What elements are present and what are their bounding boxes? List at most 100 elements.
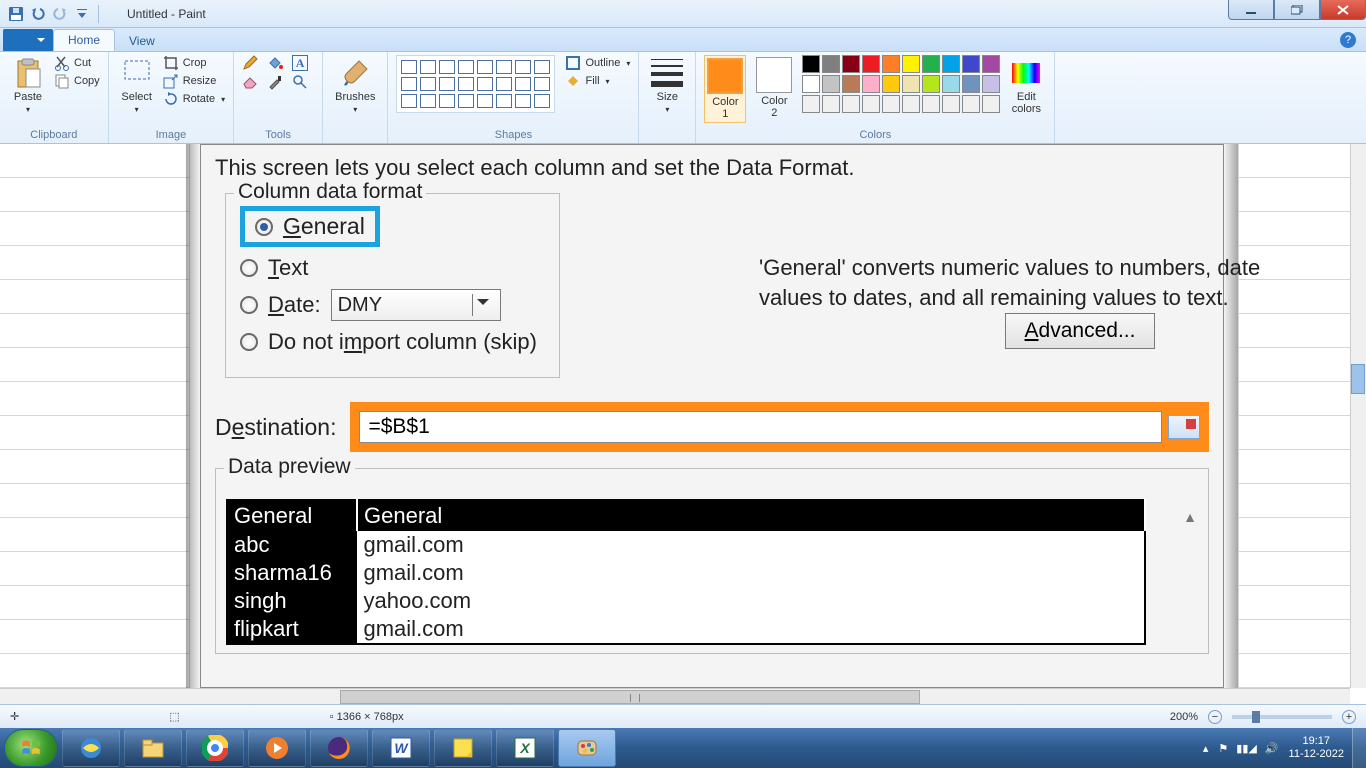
- restore-button[interactable]: [1274, 0, 1320, 20]
- tab-home[interactable]: Home: [53, 29, 115, 51]
- preview-cell: gmail.com: [357, 531, 1145, 559]
- shape-outline-button[interactable]: Outline▾: [565, 55, 630, 71]
- copy-button[interactable]: Copy: [54, 73, 100, 89]
- zoom-in-button[interactable]: +: [1342, 710, 1356, 724]
- zoom-slider[interactable]: [1232, 715, 1332, 719]
- zoom-out-button[interactable]: −: [1208, 710, 1222, 724]
- svg-text:X: X: [519, 740, 531, 756]
- group-label-size-spacer: [647, 129, 687, 141]
- chevron-down-icon[interactable]: [472, 294, 494, 316]
- date-format-select[interactable]: DMY: [331, 289, 501, 321]
- group-label-colors: Colors: [704, 129, 1046, 141]
- outline-label: Outline: [585, 57, 620, 69]
- tray-expand-icon[interactable]: ▴: [1203, 742, 1209, 755]
- brushes-button[interactable]: Brushes ▾: [331, 55, 379, 116]
- radio-skip[interactable]: [240, 333, 258, 351]
- qat-dropdown-icon[interactable]: [74, 6, 90, 22]
- group-label-brushes-spacer: [331, 129, 379, 141]
- column-format-group: Column data format General Text Date: DM…: [225, 193, 560, 378]
- radio-general[interactable]: [255, 218, 273, 236]
- ribbon: Paste ▾ Cut Copy Clipboard Select ▾ Crop…: [0, 52, 1366, 144]
- select-label: Select: [121, 91, 152, 103]
- text-icon[interactable]: A: [292, 55, 308, 71]
- close-button[interactable]: [1320, 0, 1366, 20]
- task-excel[interactable]: X: [496, 729, 554, 767]
- select-button[interactable]: Select ▾: [117, 55, 157, 116]
- task-explorer[interactable]: [124, 729, 182, 767]
- save-icon[interactable]: [8, 6, 24, 22]
- preview-header-1: General: [357, 500, 1145, 531]
- preview-header-0: General: [227, 500, 357, 531]
- minimize-button[interactable]: [1228, 0, 1274, 20]
- undo-icon[interactable]: [30, 6, 46, 22]
- color2-button[interactable]: Color 2: [752, 55, 796, 121]
- color2-swatch: [756, 57, 792, 93]
- brushes-label: Brushes: [335, 91, 375, 103]
- status-bar: ✛ ⬚ ▫ 1366 × 768px 200% − +: [0, 704, 1366, 728]
- task-sticky-notes[interactable]: [434, 729, 492, 767]
- canvas-area[interactable]: This screen lets you select each column …: [0, 144, 1366, 704]
- radio-text[interactable]: [240, 259, 258, 277]
- network-icon[interactable]: ▮▮◢: [1236, 742, 1257, 755]
- window-title: Untitled - Paint: [127, 7, 206, 21]
- resize-label: Resize: [183, 75, 217, 87]
- task-media-player[interactable]: [248, 729, 306, 767]
- shape-fill-button[interactable]: Fill▾: [565, 73, 630, 89]
- radio-general-label: General: [283, 213, 365, 240]
- data-preview-table[interactable]: GeneralGeneral abcgmail.com sharma16gmai…: [226, 499, 1146, 645]
- clock[interactable]: 19:17 11-12-2022: [1289, 735, 1344, 761]
- color-palette[interactable]: [802, 55, 1000, 113]
- preview-cell: gmail.com: [357, 559, 1145, 587]
- action-center-icon[interactable]: ⚑: [1218, 742, 1228, 755]
- crop-button[interactable]: Crop: [163, 55, 225, 71]
- taskbar: W X ▴ ⚑ ▮▮◢ 🔊 19:17 11-12-2022: [0, 728, 1366, 768]
- destination-input[interactable]: [359, 411, 1162, 443]
- group-label-tools: Tools: [242, 129, 314, 141]
- destination-highlight: [350, 402, 1209, 452]
- radio-text-label: Text: [268, 255, 308, 281]
- horizontal-scrollbar[interactable]: [0, 688, 1350, 704]
- cut-button[interactable]: Cut: [54, 55, 100, 71]
- task-ie[interactable]: [62, 729, 120, 767]
- dialog-shadow-right: [1222, 144, 1238, 702]
- ribbon-tabs: Home View ?: [0, 28, 1366, 52]
- edit-colors-button[interactable]: Edit colors: [1006, 55, 1046, 117]
- zoom-level: 200%: [1170, 711, 1198, 723]
- color-picker-icon[interactable]: [267, 74, 283, 90]
- advanced-button[interactable]: Advanced...: [1005, 313, 1155, 349]
- size-button[interactable]: Size ▾: [647, 55, 687, 116]
- volume-icon[interactable]: 🔊: [1265, 742, 1279, 755]
- radio-date[interactable]: [240, 296, 258, 314]
- color1-button[interactable]: Color 1: [704, 55, 746, 123]
- tab-view[interactable]: View: [115, 31, 169, 51]
- task-paint[interactable]: [558, 729, 616, 767]
- preview-scrollbar[interactable]: ▲: [1180, 509, 1200, 647]
- redo-icon[interactable]: [52, 6, 68, 22]
- destination-row: Destination:: [215, 402, 1209, 452]
- paste-button[interactable]: Paste ▾: [8, 55, 48, 116]
- task-chrome[interactable]: [186, 729, 244, 767]
- range-select-icon[interactable]: [1168, 415, 1200, 439]
- svg-text:W: W: [394, 740, 409, 756]
- pencil-icon[interactable]: [242, 55, 258, 71]
- show-desktop-button[interactable]: [1352, 728, 1366, 768]
- start-button[interactable]: [4, 729, 58, 767]
- column-format-legend: Column data format: [234, 180, 426, 204]
- canvas-dimensions: ▫ 1366 × 768px: [330, 711, 404, 723]
- file-menu-button[interactable]: [3, 29, 53, 51]
- group-colors: Color 1 Color 2 Edit colors Colors: [696, 52, 1055, 143]
- preview-cell: abc: [227, 531, 357, 559]
- title-bar: Untitled - Paint: [0, 0, 1366, 28]
- eraser-icon[interactable]: [242, 74, 258, 90]
- vertical-scrollbar[interactable]: [1350, 144, 1366, 688]
- shapes-gallery[interactable]: [396, 55, 555, 113]
- resize-button[interactable]: Resize: [163, 73, 225, 89]
- fill-bucket-icon[interactable]: [267, 55, 283, 71]
- rotate-button[interactable]: Rotate▾: [163, 91, 225, 107]
- group-tools: A Tools: [234, 52, 323, 143]
- task-word[interactable]: W: [372, 729, 430, 767]
- size-label: Size: [657, 91, 678, 103]
- magnifier-icon[interactable]: [292, 74, 308, 90]
- task-firefox[interactable]: [310, 729, 368, 767]
- help-icon[interactable]: ?: [1340, 32, 1356, 48]
